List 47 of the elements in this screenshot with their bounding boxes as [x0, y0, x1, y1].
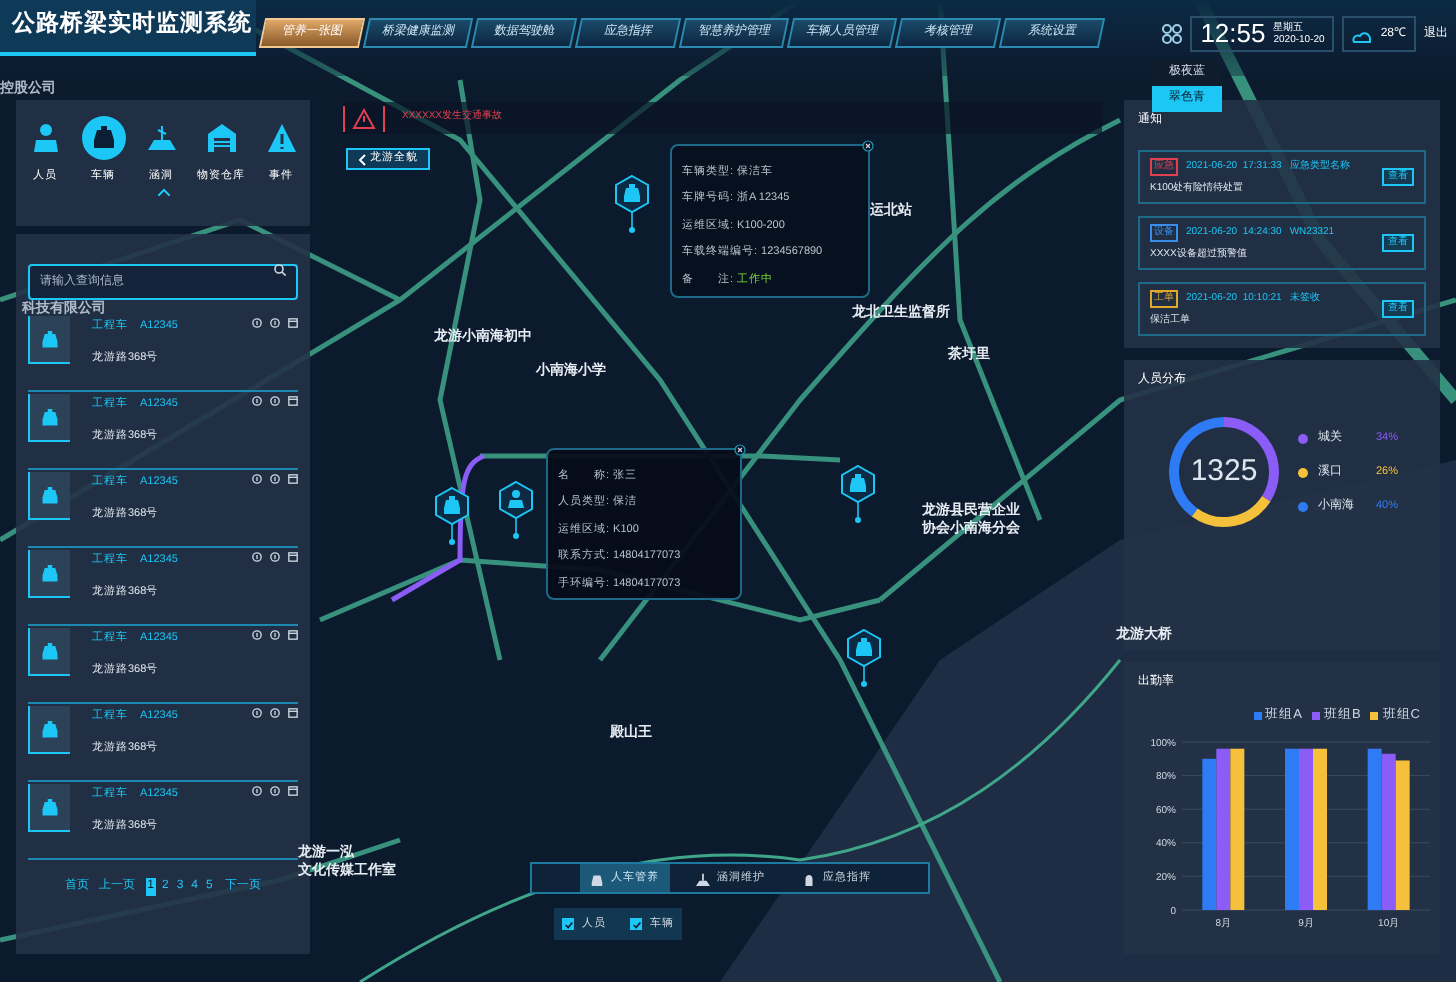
system-title: 公路桥梁实时监测系统 — [0, 0, 256, 56]
calendar-icon[interactable] — [288, 318, 298, 328]
event-icon — [265, 122, 297, 154]
car-icon — [38, 327, 62, 351]
warning-icon — [342, 103, 386, 133]
person-marker-icon[interactable] — [499, 480, 533, 539]
calendar-icon[interactable] — [288, 708, 298, 718]
person-icon — [29, 122, 61, 154]
car-icon — [38, 561, 62, 585]
collapse-icon[interactable] — [157, 188, 169, 197]
info-icon[interactable] — [270, 318, 280, 328]
car-icon — [589, 871, 603, 885]
info-icon[interactable] — [270, 552, 280, 562]
chevron-left-icon — [358, 153, 366, 165]
check-icon — [563, 919, 573, 929]
close-icon[interactable] — [734, 444, 746, 456]
vehicle-marker-icon[interactable] — [847, 628, 881, 687]
clock-time: 12:55 — [1200, 16, 1266, 53]
legend-swatch — [1370, 711, 1379, 720]
car-icon — [38, 483, 62, 507]
calendar-icon[interactable] — [288, 552, 298, 562]
calendar-icon[interactable] — [288, 630, 298, 640]
info-icon[interactable] — [270, 786, 280, 796]
info-icon[interactable] — [270, 474, 280, 484]
car-icon — [38, 717, 62, 741]
calendar-icon[interactable] — [288, 396, 298, 406]
car-icon — [38, 639, 62, 663]
grid-icon[interactable] — [1162, 24, 1183, 44]
culvert-icon — [145, 122, 177, 154]
vehicle-marker-icon[interactable] — [435, 486, 469, 545]
car-icon — [38, 795, 62, 819]
close-icon[interactable] — [862, 140, 874, 152]
warehouse-icon — [205, 122, 237, 154]
info-icon[interactable] — [270, 708, 280, 718]
vehicle-marker-icon[interactable] — [841, 464, 875, 523]
info-icon[interactable] — [270, 396, 280, 406]
calendar-icon[interactable] — [288, 786, 298, 796]
vehicle-marker-icon[interactable] — [615, 174, 649, 233]
culvert-icon — [695, 871, 709, 885]
search-icon[interactable] — [274, 264, 286, 276]
legend-swatch — [1253, 711, 1262, 720]
total-count: 1325 — [1190, 451, 1258, 492]
car-icon — [38, 405, 62, 429]
check-icon — [631, 919, 641, 929]
calendar-icon[interactable] — [288, 474, 298, 484]
legend-swatch — [1311, 711, 1320, 720]
info-icon[interactable] — [270, 630, 280, 640]
